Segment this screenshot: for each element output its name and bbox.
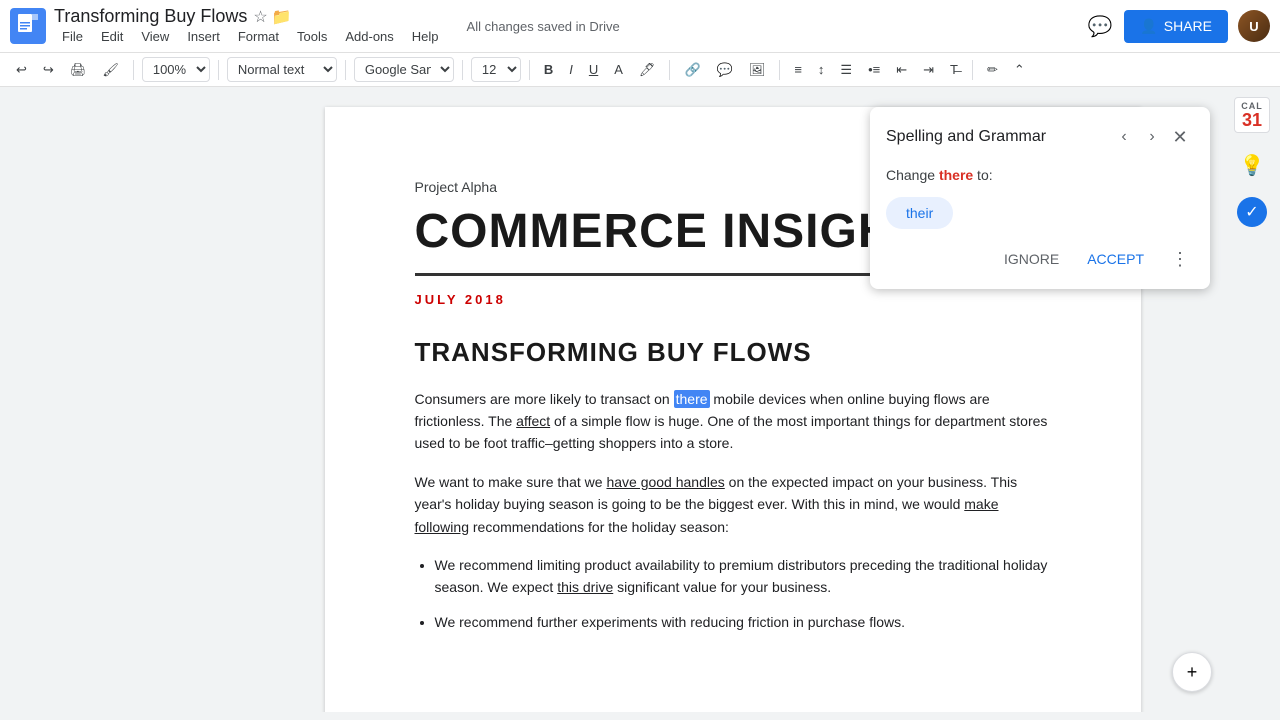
share-button[interactable]: 👤 SHARE — [1124, 10, 1228, 43]
date-label: JULY 2018 — [415, 292, 1051, 307]
menu-bar: File Edit View Insert Format Tools Add-o… — [54, 27, 447, 46]
accept-button[interactable]: ACCEPT — [1081, 245, 1150, 273]
divider-3 — [345, 60, 346, 80]
menu-addons[interactable]: Add-ons — [337, 27, 401, 46]
spelling-grammar-panel: Spelling and Grammar ‹ › ✕ Change there … — [870, 107, 1210, 289]
divider-6 — [669, 60, 670, 80]
affect-word: affect — [516, 413, 550, 429]
link-button[interactable]: 🔗 — [678, 58, 706, 82]
bold-button[interactable]: B — [538, 58, 559, 81]
paint-format-button[interactable]: 🖌 — [96, 58, 125, 82]
menu-tools[interactable]: Tools — [289, 27, 335, 46]
comments-button[interactable]: 💬 — [1086, 12, 1114, 40]
align-button[interactable]: ≡ — [788, 58, 808, 81]
title-icons: ☆ 📁 — [253, 7, 291, 27]
style-select[interactable]: Normal text — [227, 57, 337, 82]
spelling-prev-button[interactable]: ‹ — [1110, 123, 1138, 151]
menu-file[interactable]: File — [54, 27, 91, 46]
left-sidebar — [0, 87, 185, 712]
toolbar: ↩ ↪ 🖨 🖌 100% Normal text Google Sans 12 … — [0, 53, 1280, 87]
main-area: Project Alpha COMMERCE INSIGHTS JULY 201… — [0, 87, 1280, 712]
menu-view[interactable]: View — [133, 27, 177, 46]
bullet-list-button[interactable]: •≡ — [862, 58, 886, 81]
share-icon: 👤 — [1140, 18, 1157, 35]
divider-7 — [779, 60, 780, 80]
indent-more-button[interactable]: ⇥ — [917, 58, 940, 82]
menu-help[interactable]: Help — [404, 27, 447, 46]
italic-button[interactable]: I — [563, 58, 579, 81]
menu-format[interactable]: Format — [230, 27, 287, 46]
topbar-right: 💬 👤 SHARE U — [1086, 10, 1270, 43]
change-suffix: to: — [973, 167, 992, 183]
clear-format-button[interactable]: T̶ — [944, 58, 964, 81]
spelling-change-text: Change there to: — [886, 167, 1194, 183]
calendar-icon[interactable]: CAL 31 — [1234, 97, 1270, 133]
font-select[interactable]: Google Sans — [354, 57, 454, 82]
check-circle-icon[interactable]: ✓ — [1237, 197, 1267, 227]
undo-button[interactable]: ↩ — [10, 58, 33, 82]
line-spacing-button[interactable]: ↕ — [812, 58, 831, 81]
bullet-list: We recommend limiting product availabili… — [415, 554, 1051, 633]
bullet1-end: significant value for your business. — [613, 579, 831, 595]
edit-mode-button[interactable]: ✏ — [981, 58, 1004, 82]
lightbulb-icon[interactable]: 💡 — [1234, 147, 1270, 183]
highlighted-there: there — [674, 390, 710, 408]
divider-4 — [462, 60, 463, 80]
divider-5 — [529, 60, 530, 80]
para2-pre: We want to make sure that we — [415, 474, 607, 490]
para1-pre: Consumers are more likely to transact on — [415, 391, 674, 407]
zoom-select[interactable]: 100% — [142, 57, 210, 82]
top-bar: Transforming Buy Flows ☆ 📁 File Edit Vie… — [0, 0, 1280, 53]
document-title[interactable]: Transforming Buy Flows — [54, 6, 247, 27]
star-icon[interactable]: ☆ — [253, 7, 267, 27]
image-button[interactable]: 🖼 — [743, 58, 772, 82]
expand-button[interactable]: ⌃ — [1008, 58, 1031, 82]
comment-button[interactable]: 💬 — [711, 58, 739, 82]
paragraph-1: Consumers are more likely to transact on… — [415, 388, 1051, 455]
saved-status: All changes saved in Drive — [467, 19, 620, 34]
spelling-close-button[interactable]: ✕ — [1166, 123, 1194, 151]
bullet-item-1: We recommend limiting product availabili… — [435, 554, 1051, 599]
paragraph-2: We want to make sure that we have good h… — [415, 471, 1051, 538]
spelling-actions: IGNORE ACCEPT ⋮ — [886, 245, 1194, 273]
underline-button[interactable]: U — [583, 58, 604, 81]
text-color-button[interactable]: A — [608, 58, 629, 81]
para2-end: recommendations for the holiday season: — [469, 519, 729, 535]
divider-1 — [133, 60, 134, 80]
menu-edit[interactable]: Edit — [93, 27, 131, 46]
highlight-button[interactable]: 🖊 — [633, 58, 662, 82]
change-word: there — [939, 167, 973, 183]
right-sidebar: CAL 31 💡 ✓ — [1224, 87, 1280, 227]
spelling-header: Spelling and Grammar ‹ › ✕ — [886, 123, 1194, 151]
divider-8 — [972, 60, 973, 80]
more-options-button[interactable]: ⋮ — [1166, 245, 1194, 273]
docs-icon — [10, 8, 46, 44]
change-prefix: Change — [886, 167, 939, 183]
bullet2-text: We recommend further experiments with re… — [435, 614, 906, 630]
ignore-button[interactable]: IGNORE — [998, 245, 1065, 273]
menu-insert[interactable]: Insert — [179, 27, 228, 46]
user-avatar[interactable]: U — [1238, 10, 1270, 42]
section-title: TRANSFORMING BUY FLOWS — [415, 337, 1051, 368]
font-size-select[interactable]: 12 — [471, 57, 521, 82]
floating-action-button[interactable]: + — [1172, 652, 1212, 692]
list-button[interactable]: ☰ — [834, 58, 858, 82]
print-button[interactable]: 🖨 — [64, 58, 93, 82]
doc-title-area: Transforming Buy Flows ☆ 📁 File Edit Vie… — [54, 6, 447, 46]
indent-less-button[interactable]: ⇤ — [890, 58, 913, 82]
this-drive-link: this drive — [557, 579, 613, 595]
spelling-suggestion-button[interactable]: their — [886, 197, 953, 229]
redo-button[interactable]: ↪ — [37, 58, 60, 82]
spelling-next-button[interactable]: › — [1138, 123, 1166, 151]
spelling-panel-title: Spelling and Grammar — [886, 128, 1110, 146]
bullet-item-2: We recommend further experiments with re… — [435, 611, 1051, 633]
folder-icon[interactable]: 📁 — [272, 7, 292, 27]
divider-2 — [218, 60, 219, 80]
have-good-handles: have good handles — [606, 474, 724, 490]
